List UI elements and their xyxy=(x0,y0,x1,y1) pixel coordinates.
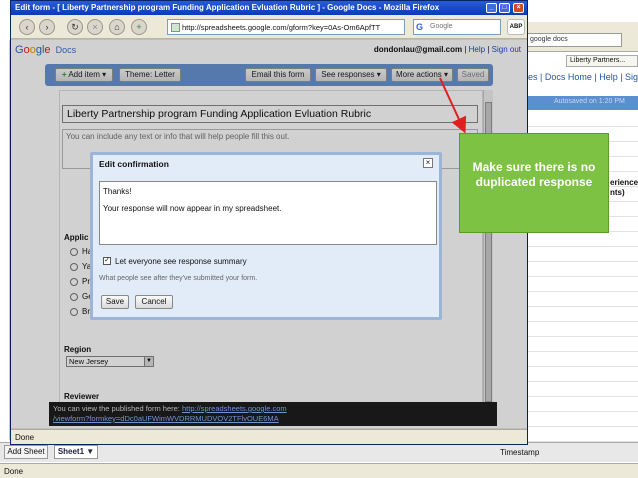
google-search-icon: G xyxy=(416,22,424,32)
user-bar: dondonlau@gmail.com | Help | Sign out xyxy=(373,45,521,54)
question1-label: Applic xyxy=(64,233,89,242)
timestamp-header: Timestamp xyxy=(500,448,540,457)
forward-icon[interactable]: › xyxy=(39,19,55,35)
add-bookmark-icon[interactable]: + xyxy=(131,19,147,35)
email-form-button[interactable]: Email this form xyxy=(245,68,311,82)
search-placeholder: Google xyxy=(430,23,453,30)
published-form-notice: You can view the published form here: ht… xyxy=(49,402,497,426)
more-actions-button[interactable]: More actions ▾ xyxy=(391,68,453,82)
close-icon[interactable]: × xyxy=(513,3,524,13)
url-bar[interactable]: http://spreadsheets.google.com/gform?key… xyxy=(167,19,405,35)
published-url-line1[interactable]: http://spreadsheets.google.com xyxy=(182,404,287,413)
search-input[interactable]: G Google xyxy=(413,19,501,35)
saved-button: Saved xyxy=(457,68,489,82)
background-column-header: erience nts) xyxy=(610,178,638,198)
favicon-icon xyxy=(171,23,180,32)
confirmation-message-textarea[interactable]: Thanks! Your response will now appear in… xyxy=(99,181,437,245)
form-toolbar: + Add item ▾ Theme: Letter Email this fo… xyxy=(45,64,493,86)
home-icon[interactable]: ⌂ xyxy=(109,19,125,35)
user-email: dondonlau@gmail.com xyxy=(373,45,463,54)
radio-option-1[interactable] xyxy=(70,248,78,256)
logo-docs-text: Docs xyxy=(55,45,77,55)
stop-icon[interactable]: × xyxy=(87,19,103,35)
logo-letter-6: e xyxy=(44,44,51,56)
message-line2: Your response will now appear in my spre… xyxy=(103,204,282,213)
region-select-value: New Jersey xyxy=(69,357,109,366)
radio-option-5[interactable] xyxy=(70,308,78,316)
radio-option-3-label: Pr xyxy=(82,277,90,286)
reviewer-label: Reviewer xyxy=(64,392,100,401)
background-left-strip xyxy=(0,40,10,440)
sign-out-link[interactable]: Sign out xyxy=(492,45,521,54)
published-url-line2[interactable]: /viewform?formkey=dDc0aUFWimWVDRRMUDVOV2… xyxy=(53,414,279,423)
cancel-button[interactable]: Cancel xyxy=(135,295,173,309)
radio-option-3[interactable] xyxy=(70,278,78,286)
reload-icon[interactable]: ↻ xyxy=(67,19,83,35)
google-docs-header: Google Docs dondonlau@gmail.com | Help |… xyxy=(11,40,527,60)
background-browser-tab[interactable]: Liberty Partners... xyxy=(566,55,638,67)
navigation-toolbar: ‹ › ↻ × ⌂ + http://spreadsheets.google.c… xyxy=(11,15,527,39)
save-button[interactable]: Save xyxy=(101,295,129,309)
radio-option-4[interactable] xyxy=(70,293,78,301)
dialog-note: What people see after they've submitted … xyxy=(99,275,258,282)
published-notice-text: You can view the published form here: xyxy=(53,404,180,413)
add-item-button[interactable]: + Add item ▾ xyxy=(55,68,113,82)
dialog-title: Edit confirmation xyxy=(99,159,169,169)
annotation-callout: Make sure there is no duplicated respons… xyxy=(459,133,609,233)
column-header-line1: erience xyxy=(610,178,638,187)
firefox-status-bar: Done xyxy=(11,429,527,444)
minimize-icon[interactable]: _ xyxy=(486,3,497,13)
window-titlebar: Edit form - [ Liberty Partnership progra… xyxy=(11,1,527,15)
radio-option-5-label: Br xyxy=(82,307,90,316)
add-sheet-button[interactable]: Add Sheet xyxy=(4,445,48,459)
back-icon[interactable]: ‹ xyxy=(19,19,35,35)
message-line1: Thanks! xyxy=(103,187,132,196)
edit-confirmation-dialog: Edit confirmation × Thanks! Your respons… xyxy=(90,152,442,320)
radio-option-2[interactable] xyxy=(70,263,78,271)
logo-letter-1: G xyxy=(15,44,24,56)
response-summary-checkbox[interactable]: ✓ xyxy=(103,257,111,265)
background-docs-links[interactable]: es | Docs Home | Help | Sign xyxy=(528,72,638,82)
adblock-plus-icon[interactable]: ABP xyxy=(507,19,525,35)
region-select[interactable]: New Jersey ▼ xyxy=(66,356,154,367)
window-title: Edit form - [ Liberty Partnership progra… xyxy=(15,3,440,12)
google-docs-logo[interactable]: Google Docs xyxy=(15,44,76,56)
sheet1-tab[interactable]: Sheet1 ▼ xyxy=(54,445,98,459)
help-link[interactable]: Help xyxy=(469,45,485,54)
column-header-line2: nts) xyxy=(610,188,625,197)
region-label: Region xyxy=(64,345,92,354)
add-item-label: Add item ▾ xyxy=(68,70,107,79)
close-icon[interactable]: × xyxy=(423,158,433,168)
background-search-field[interactable]: google docs xyxy=(526,33,622,47)
add-icon: + xyxy=(61,70,67,79)
see-responses-button[interactable]: See responses ▾ xyxy=(315,68,387,82)
response-summary-label: Let everyone see response summary xyxy=(115,257,247,266)
url-text: http://spreadsheets.google.com/gform?key… xyxy=(182,23,381,32)
maximize-icon[interactable]: □ xyxy=(499,3,510,13)
chevron-down-icon: ▼ xyxy=(144,357,153,366)
theme-button[interactable]: Theme: Letter xyxy=(119,68,181,82)
form-title-input[interactable]: Liberty Partnership program Funding Appl… xyxy=(62,105,478,123)
background-status-bar: Done xyxy=(0,463,638,478)
background-autosaved-text: Autosaved on 1:20 PM xyxy=(554,98,625,105)
